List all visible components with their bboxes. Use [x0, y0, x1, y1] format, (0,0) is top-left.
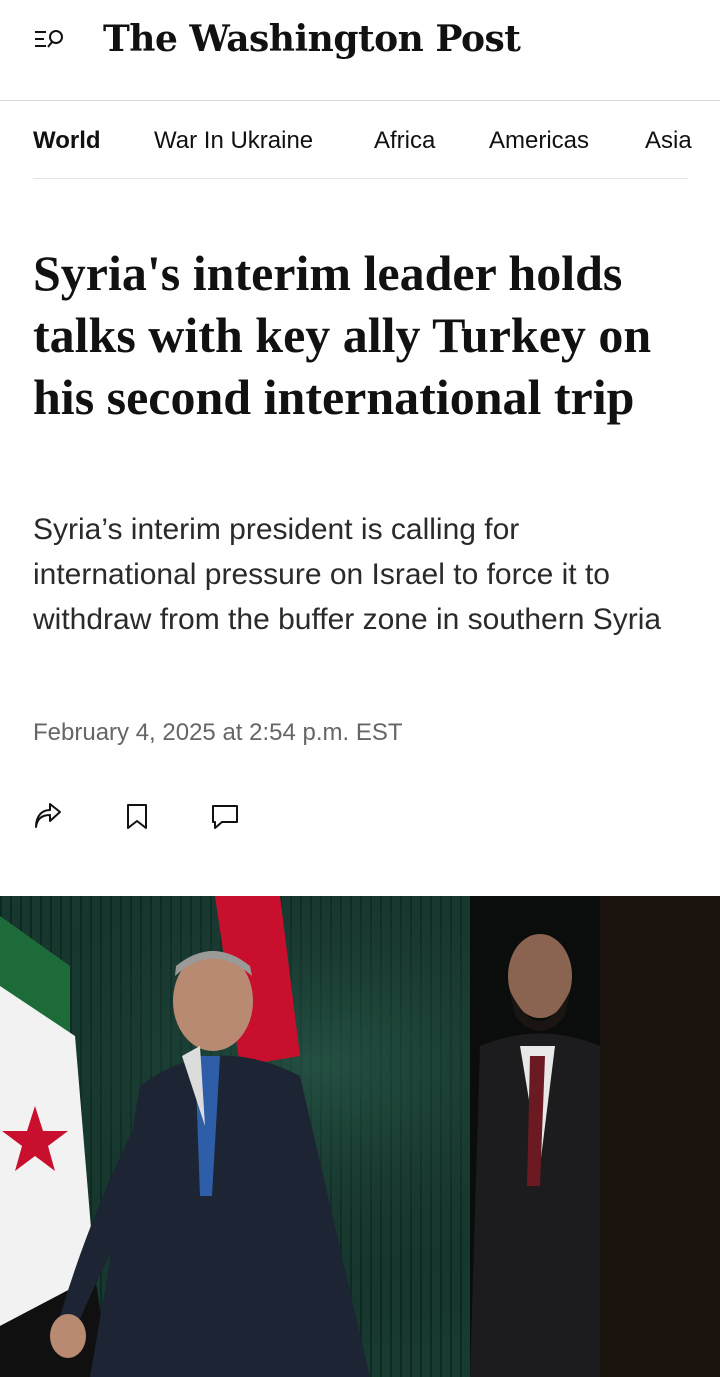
comment-icon[interactable] [209, 801, 241, 833]
nav-item-asia[interactable]: Asia [645, 127, 692, 155]
site-header: The Washington Post [0, 0, 720, 101]
article-dek: Syria’s interim president is calling for… [33, 513, 662, 636]
section-nav: World War In Ukraine Africa Americas Asi… [33, 101, 692, 179]
lead-photo [0, 896, 720, 1377]
nav-item-americas[interactable]: Americas [489, 127, 589, 155]
nav-item-africa[interactable]: Africa [374, 127, 435, 155]
share-icon[interactable] [32, 801, 64, 833]
menu-search-icon[interactable] [33, 26, 69, 56]
article-timestamp: February 4, 2025 at 2:54 p.m. EST [33, 719, 403, 746]
nav-item-world[interactable]: World [33, 127, 101, 155]
site-logo[interactable]: The Washington Post [103, 18, 521, 60]
article-headline: Syria's interim leader holds talks with … [33, 245, 652, 425]
nav-item-war-in-ukraine[interactable]: War In Ukraine [154, 127, 313, 155]
bookmark-icon[interactable] [121, 801, 153, 833]
